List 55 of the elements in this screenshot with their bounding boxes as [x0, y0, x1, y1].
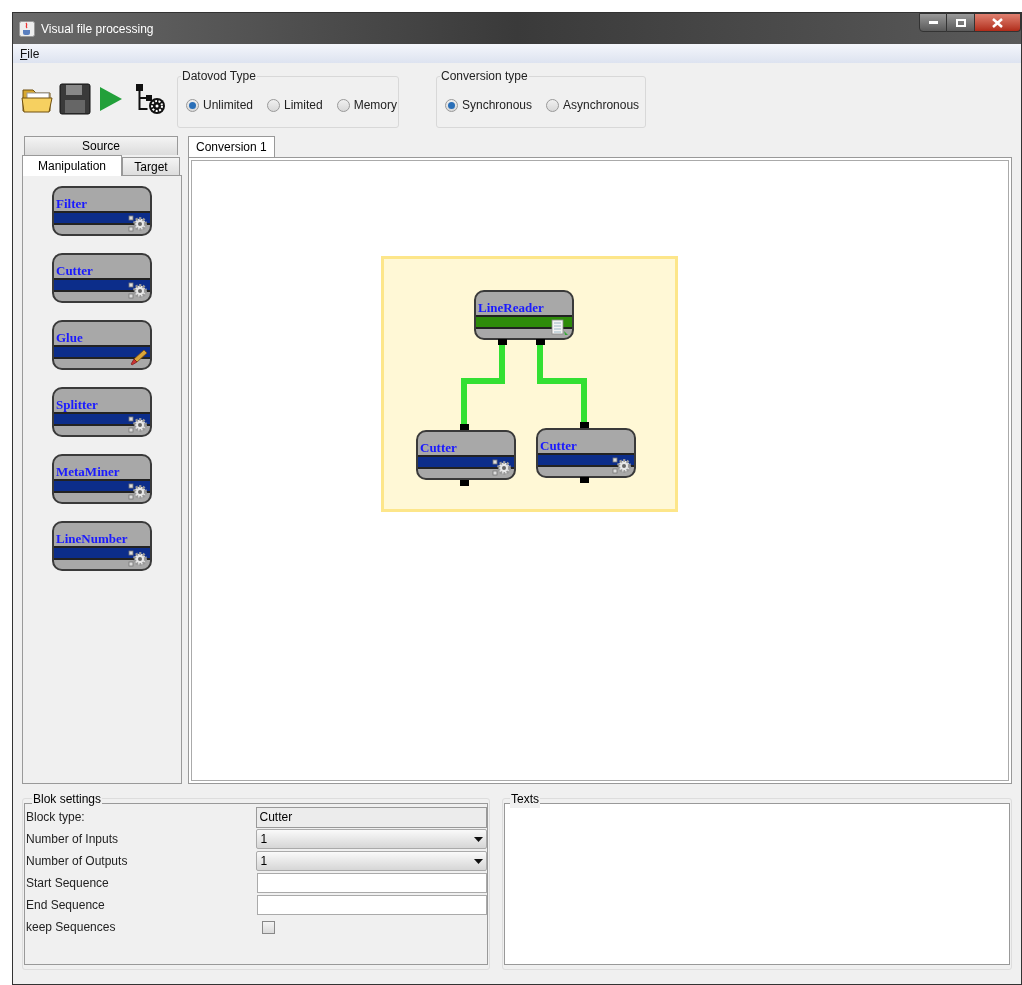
- dropdown[interactable]: 1: [256, 829, 487, 849]
- save-button[interactable]: [59, 83, 91, 115]
- run-button[interactable]: [99, 86, 123, 112]
- java-cup-icon: [19, 20, 35, 37]
- radio-button[interactable]: [546, 98, 560, 112]
- close-button[interactable]: [975, 13, 1021, 32]
- maximize-button[interactable]: [947, 13, 975, 32]
- gear-icon: [612, 457, 632, 475]
- radio-option[interactable]: Unlimited: [186, 96, 253, 114]
- block-type-field: Cutter: [256, 806, 487, 828]
- radio-option[interactable]: Asynchronous: [546, 96, 640, 114]
- gear-icon: [128, 282, 148, 300]
- palette-tab[interactable]: Source: [24, 136, 178, 155]
- glue-tube-icon: [128, 349, 148, 367]
- gear-icon: [128, 215, 148, 233]
- block-label: Cutter: [420, 441, 457, 455]
- block-label: Cutter: [540, 439, 577, 453]
- radio-option[interactable]: Synchronous: [445, 96, 533, 114]
- blocks-gear-button[interactable]: [133, 82, 167, 116]
- document-icon: [550, 319, 570, 337]
- close-icon: [992, 17, 1003, 28]
- dropdown-arrow-icon: [474, 836, 483, 842]
- minimize-button[interactable]: [919, 13, 947, 32]
- window-title: Visual file processing: [41, 20, 154, 38]
- setting-label: keep Sequences: [25, 919, 117, 936]
- gear-icon: [128, 416, 148, 434]
- dropdown-arrow-icon: [474, 858, 483, 864]
- block-label: Glue: [56, 331, 83, 345]
- document-tab[interactable]: Conversion 1: [188, 136, 275, 157]
- block-label: Filter: [56, 197, 88, 211]
- gear-icon: [128, 550, 148, 568]
- menu-item[interactable]: File: [20, 44, 40, 63]
- text-field[interactable]: [256, 873, 487, 893]
- radio-button[interactable]: [186, 98, 199, 112]
- setting-label: Block type:: [25, 809, 86, 826]
- dropdown[interactable]: 1: [256, 851, 487, 871]
- radio-button[interactable]: [336, 98, 350, 112]
- setting-label: Number of Outputs: [25, 853, 129, 870]
- palette-tab[interactable]: Manipulation: [22, 155, 122, 176]
- block-label: Cutter: [56, 264, 93, 278]
- block-label: LineReader: [478, 301, 544, 315]
- setting-label: Start Sequence: [25, 875, 110, 892]
- block-label: LineNumber: [56, 532, 128, 546]
- setting-label: End Sequence: [25, 897, 106, 914]
- text-field[interactable]: [256, 895, 487, 915]
- radio-button[interactable]: [445, 98, 458, 112]
- radio-option[interactable]: Limited: [267, 96, 323, 114]
- block-label: Splitter: [56, 398, 98, 412]
- checkbox[interactable]: [262, 920, 275, 934]
- radio-button[interactable]: [267, 98, 280, 112]
- block-label: MetaMiner: [56, 465, 120, 479]
- gear-icon: [128, 483, 148, 501]
- radio-option[interactable]: Memory: [336, 96, 398, 114]
- gear-icon: [492, 459, 512, 477]
- setting-label: Number of Inputs: [25, 831, 120, 848]
